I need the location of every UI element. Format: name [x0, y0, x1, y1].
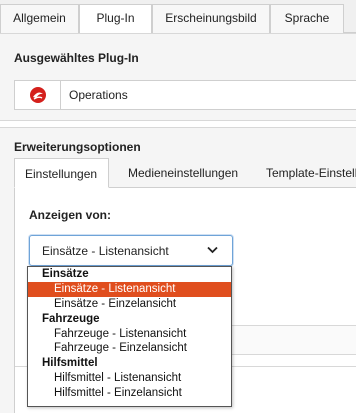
- option-hilfsmittel-einzel[interactable]: Hilfsmittel - Einzelansicht: [28, 386, 231, 401]
- optgroup-einsaetze: Einsätze: [42, 268, 89, 280]
- option-fahrzeuge-einzel[interactable]: Fahrzeuge - Einzelansicht: [28, 341, 231, 356]
- optgroup-hilfsmittel: Hilfsmittel: [42, 357, 98, 370]
- tab-sprache[interactable]: Sprache: [270, 4, 344, 33]
- option-hilfsmittel-liste[interactable]: Hilfsmittel - Listenansicht: [28, 371, 231, 386]
- tab-template-einstellungen[interactable]: Template-Einstell: [266, 158, 356, 188]
- plugin-icon-box: [15, 81, 61, 109]
- top-tab-bar: Allgemein Plug-In Erscheinungsbild Sprac…: [0, 0, 356, 34]
- tab-plug-in[interactable]: Plug-In: [79, 4, 152, 34]
- tab-einstellungen[interactable]: Einstellungen: [14, 158, 109, 188]
- plugin-name: Operations: [69, 88, 128, 102]
- chevron-down-icon: [207, 246, 218, 254]
- extension-section-title: Erweiterungsoptionen: [14, 140, 141, 154]
- selected-plugin-row[interactable]: Operations: [14, 80, 356, 110]
- plugin-logo-icon: [29, 87, 46, 103]
- option-einsaetze-einzel[interactable]: Einsätze - Einzelansicht: [28, 297, 231, 312]
- tab-allgemein[interactable]: Allgemein: [0, 4, 79, 33]
- option-einsaetze-liste[interactable]: Einsätze - Listenansicht: [28, 281, 231, 297]
- tab-medieneinstellungen[interactable]: Medieneinstellungen: [128, 158, 238, 188]
- display-select[interactable]: Einsätze - Listenansicht: [29, 235, 233, 266]
- select-value: Einsätze - Listenansicht: [42, 244, 169, 258]
- plugin-section-title: Ausgewähltes Plug-In: [14, 51, 139, 65]
- optgroup-fahrzeuge: Fahrzeuge: [42, 312, 100, 325]
- display-dropdown-list[interactable]: Einsätze Einsätze - Listenansicht Einsät…: [27, 266, 232, 407]
- display-field-label: Anzeigen von:: [29, 208, 112, 222]
- tab-erscheinungsbild[interactable]: Erscheinungsbild: [152, 4, 270, 33]
- extension-tab-bar: Einstellungen Medieneinstellungen Templa…: [14, 158, 356, 188]
- plugin-panel: Ausgewähltes Plug-In Operations: [0, 33, 356, 121]
- option-fahrzeuge-liste[interactable]: Fahrzeuge - Listenansicht: [28, 327, 231, 342]
